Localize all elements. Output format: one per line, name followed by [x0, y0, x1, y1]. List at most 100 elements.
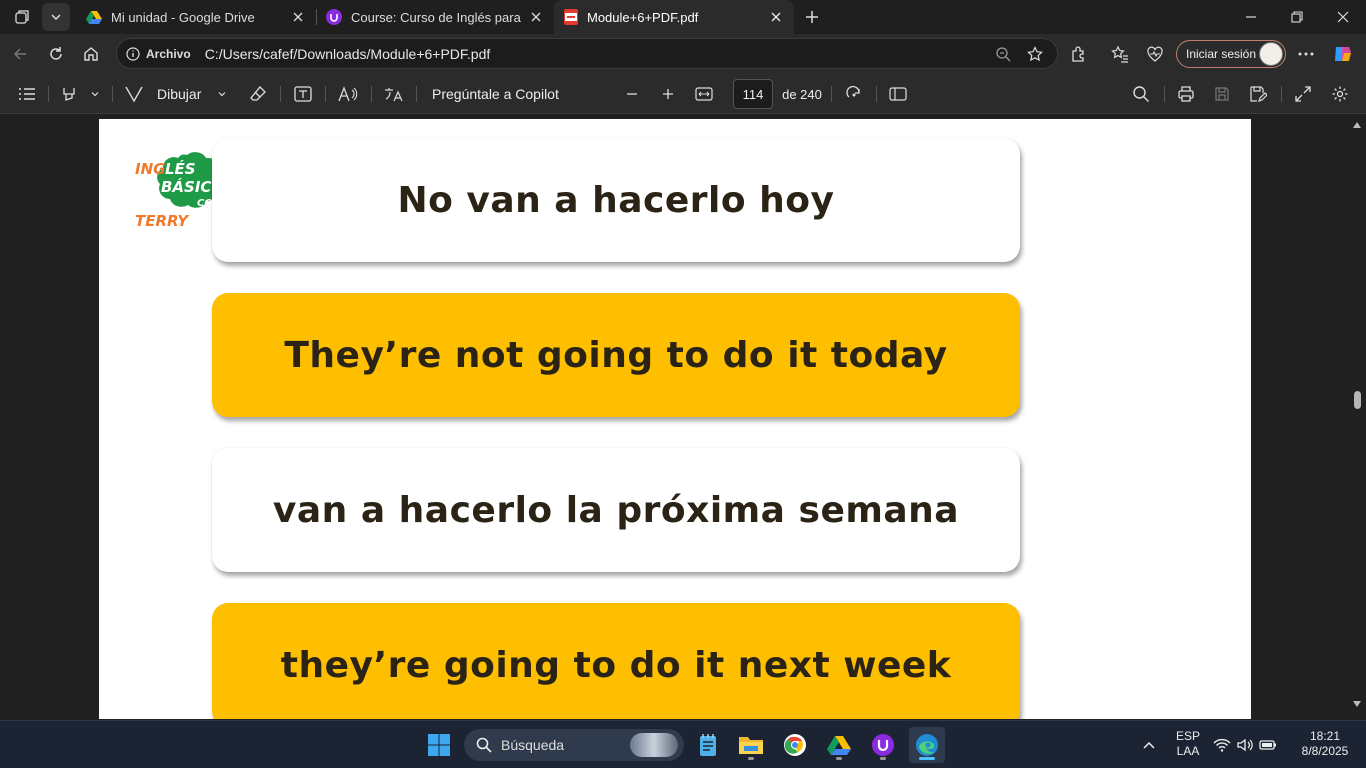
toolbar-separator [48, 86, 49, 102]
file-explorer-icon[interactable] [733, 727, 769, 763]
vertical-scrollbar[interactable] [1348, 115, 1366, 720]
phrase-card: No van a hacerlo hoy [212, 138, 1020, 262]
print-icon[interactable] [1174, 82, 1198, 106]
tab-pdf[interactable]: Module+6+PDF.pdf [554, 0, 794, 34]
toolbar-separator [371, 86, 372, 102]
draw-button[interactable]: Dibujar [124, 82, 234, 106]
toolbar-separator [1164, 86, 1165, 102]
url-text[interactable]: C:/Users/cafef/Downloads/Module+6+PDF.pd… [205, 46, 491, 62]
restore-icon[interactable] [1274, 0, 1320, 34]
refresh-icon[interactable] [41, 39, 71, 69]
save-as-icon[interactable] [1246, 82, 1270, 106]
close-window-icon[interactable] [1320, 0, 1366, 34]
pdf-page: ING LÉS BÁSIC CO TERRY No van a hacerlo … [99, 119, 1251, 719]
svg-text:CO: CO [197, 198, 213, 209]
search-icon[interactable] [1129, 82, 1153, 106]
contents-icon[interactable] [14, 82, 40, 106]
eraser-icon[interactable] [246, 82, 270, 106]
close-tab-icon[interactable] [768, 9, 784, 25]
phrase-card: they’re going to do it next week [212, 603, 1020, 719]
toolbar-separator [325, 86, 326, 102]
page-number-input[interactable]: 114 [733, 79, 773, 109]
new-tab-icon[interactable] [798, 3, 826, 31]
toolbar-separator [416, 86, 417, 102]
highlight-icon[interactable] [56, 82, 82, 106]
tab-google-drive[interactable]: Mi unidad - Google Drive [76, 0, 316, 34]
start-windows-icon[interactable] [421, 727, 457, 763]
ask-copilot-label: Pregúntale a Copilot [432, 86, 559, 102]
pdf-toolbar: Dibujar Pregúntale a Copilot 114 de 240 [0, 74, 1366, 114]
save-icon[interactable] [1210, 82, 1234, 106]
page-view-icon[interactable] [886, 82, 910, 106]
phrase-card: They’re not going to do it today [212, 293, 1020, 417]
clock[interactable]: 18:21 8/8/2025 [1292, 729, 1358, 759]
info-icon[interactable] [126, 46, 140, 61]
volume-icon [1237, 738, 1253, 752]
toolbar-separator [876, 86, 877, 102]
draw-dropdown-icon [218, 92, 226, 97]
highlight-dropdown-icon[interactable] [86, 82, 104, 106]
svg-text:ING: ING [135, 160, 165, 178]
scroll-up-icon[interactable] [1352, 121, 1362, 129]
toolbar-separator [1281, 86, 1282, 102]
taskbar: Búsqueda ESP LAA 18:21 8/8/2025 [0, 720, 1366, 768]
battery-icon [1259, 740, 1276, 750]
zoom-out-icon[interactable] [995, 46, 1011, 62]
signin-label: Iniciar sesión [1186, 47, 1257, 61]
page-total-label: de 240 [782, 86, 822, 102]
tab-actions-chevron-icon[interactable] [42, 3, 70, 31]
taskbar-search[interactable]: Búsqueda [464, 729, 684, 761]
rotate-icon[interactable] [842, 82, 866, 106]
close-tab-icon[interactable] [290, 9, 306, 25]
pdf-file-icon [564, 9, 578, 25]
notepad-icon[interactable] [690, 727, 726, 763]
more-options-icon[interactable] [1291, 39, 1321, 69]
svg-text:TERRY: TERRY [135, 212, 190, 229]
address-bar-row: Archivo C:/Users/cafef/Downloads/Module+… [0, 34, 1366, 74]
minimize-icon[interactable] [1228, 0, 1274, 34]
wifi-icon [1213, 738, 1231, 752]
ask-copilot-button[interactable]: Pregúntale a Copilot [432, 82, 572, 106]
address-bar[interactable]: Archivo C:/Users/cafef/Downloads/Module+… [116, 38, 1058, 69]
add-text-icon[interactable] [290, 82, 316, 106]
copilot-icon[interactable] [1328, 39, 1358, 69]
draw-icon [125, 86, 143, 103]
google-chrome-icon[interactable] [777, 727, 813, 763]
input-language[interactable]: ESP LAA [1172, 729, 1204, 759]
language-label: ESP [1175, 729, 1200, 743]
scrollbar-thumb[interactable] [1354, 391, 1361, 409]
back-icon[interactable] [5, 39, 35, 69]
security-label: Archivo [146, 46, 191, 61]
svg-text:BÁSIC: BÁSIC [161, 177, 211, 196]
avatar [1259, 42, 1283, 66]
read-aloud-icon[interactable] [335, 82, 361, 106]
extensions-icon[interactable] [1064, 39, 1094, 69]
home-icon[interactable] [76, 39, 106, 69]
scroll-down-icon[interactable] [1352, 700, 1362, 708]
google-drive-icon[interactable] [821, 727, 857, 763]
fullscreen-icon[interactable] [1291, 82, 1315, 106]
fit-width-icon[interactable] [692, 82, 716, 106]
udemy-app-icon[interactable] [865, 727, 901, 763]
active-indicator [919, 757, 935, 760]
svg-text:LÉS: LÉS [165, 159, 196, 178]
zoom-out-button[interactable] [620, 82, 644, 106]
zoom-in-button[interactable] [656, 82, 680, 106]
udemy-icon [326, 9, 342, 25]
microsoft-edge-icon[interactable] [909, 727, 945, 763]
clock-date: 8/8/2025 [1301, 744, 1349, 758]
show-hidden-icons-chevron-icon[interactable] [1132, 727, 1166, 763]
close-tab-icon[interactable] [528, 9, 544, 25]
translate-icon[interactable] [381, 82, 407, 106]
toolbar-separator [112, 86, 113, 102]
system-tray-status[interactable] [1210, 727, 1280, 763]
workspaces-icon[interactable] [8, 3, 36, 31]
favorite-star-icon[interactable] [1027, 46, 1043, 62]
settings-gear-icon[interactable] [1328, 82, 1352, 106]
running-indicator [748, 757, 754, 760]
favorites-icon[interactable] [1105, 39, 1135, 69]
signin-button[interactable]: Iniciar sesión [1176, 40, 1286, 68]
running-indicator [836, 757, 842, 760]
tab-course[interactable]: Course: Curso de Inglés para principiant… [316, 0, 554, 34]
browser-essentials-icon[interactable] [1140, 39, 1170, 69]
